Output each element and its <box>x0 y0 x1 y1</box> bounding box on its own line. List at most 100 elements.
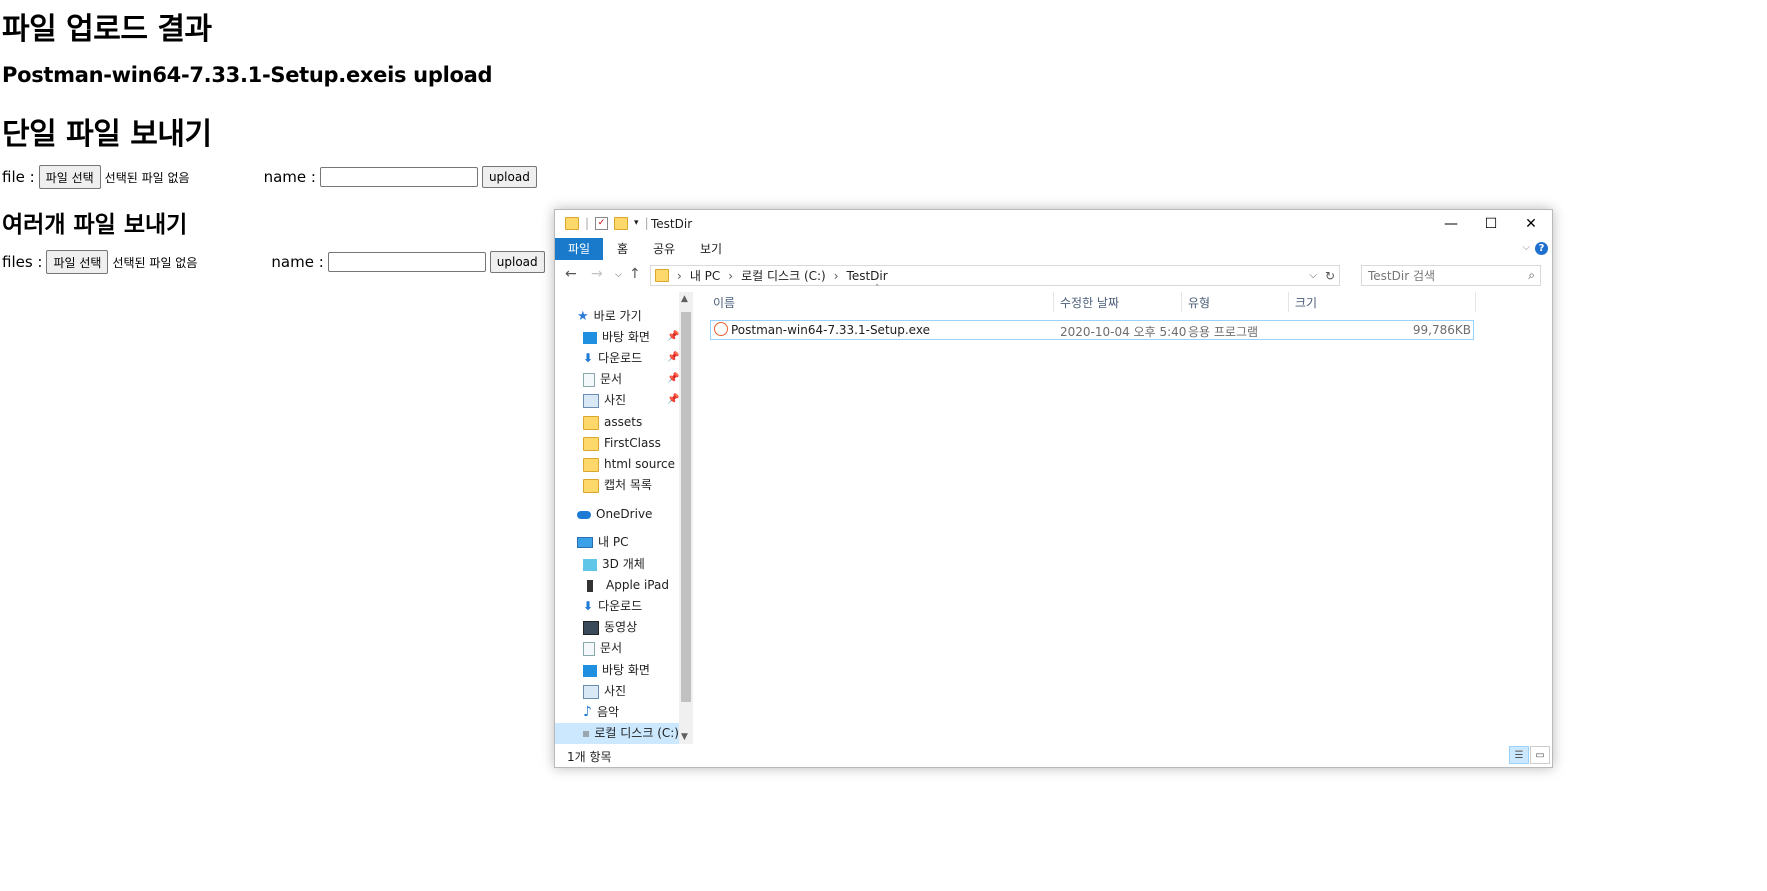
address-dropdown-icon[interactable]: ⌵ <box>1309 270 1317 281</box>
forward-arrow-icon[interactable]: → <box>591 266 603 282</box>
nav-desktop-pc[interactable]: 바탕 화면 <box>583 660 650 681</box>
folder-icon <box>583 478 599 493</box>
column-modified[interactable]: 수정한 날짜 <box>1060 294 1119 311</box>
address-folder-icon <box>655 269 669 282</box>
download-arrow-icon: ⬇ <box>583 351 594 365</box>
nav-pictures[interactable]: 사진 <box>583 390 626 411</box>
folder-icon <box>583 457 599 472</box>
recent-locations-icon[interactable]: ⌵ <box>615 270 622 280</box>
multi-upload-button[interactable]: upload <box>489 251 545 273</box>
pin-icon[interactable]: 📌 <box>667 394 679 405</box>
file-list: ˄ 이름 수정한 날짜 유형 크기 Postman-win64-7.33.1-S… <box>710 284 1545 744</box>
document-icon <box>583 372 595 387</box>
pin-icon[interactable]: 📌 <box>667 373 679 384</box>
address-bar[interactable]: › 내 PC › 로컬 디스크 (C:) › TestDir ⌵ ↻ <box>650 265 1340 286</box>
table-row[interactable]: Postman-win64-7.33.1-Setup.exe 2020-10-0… <box>710 320 1474 340</box>
search-placeholder: TestDir 검색 <box>1368 269 1436 283</box>
maximize-icon[interactable]: ☐ <box>1471 210 1511 238</box>
multi-name-input[interactable] <box>327 252 486 272</box>
title-bar: | ✓ ▾ | TestDir — ☐ ✕ <box>555 210 1552 238</box>
scroll-thumb[interactable] <box>681 312 691 702</box>
column-divider[interactable] <box>1475 292 1476 312</box>
folder-icon <box>583 415 599 430</box>
folder-icon <box>565 216 579 230</box>
music-note-icon: ♪ <box>583 704 592 720</box>
upload-result-text: Postman-win64-7.33.1-Setup.exeis upload <box>2 63 493 87</box>
file-size: 99,786KB <box>1412 323 1471 337</box>
sort-up-icon: ˄ <box>875 284 880 294</box>
column-divider[interactable] <box>1053 292 1054 312</box>
column-divider[interactable] <box>1181 292 1182 312</box>
tab-home[interactable]: 홈 <box>617 238 628 260</box>
nav-onedrive[interactable]: OneDrive <box>577 504 652 525</box>
nav-downloads[interactable]: ⬇ 다운로드 <box>583 348 642 369</box>
folder-icon <box>583 436 599 451</box>
customize-chevron-icon[interactable]: ▾ <box>634 218 639 228</box>
nav-scrollbar[interactable]: ▲ ▼ <box>679 292 693 744</box>
up-arrow-icon[interactable]: ↑ <box>629 266 641 282</box>
minimize-icon[interactable]: — <box>1431 210 1471 238</box>
tab-file[interactable]: 파일 <box>555 238 603 260</box>
postman-app-icon <box>714 322 728 336</box>
multi-upload-form: files : 파일 선택 선택된 파일 없음 name : upload <box>2 250 545 274</box>
nav-videos[interactable]: 동영상 <box>583 617 637 638</box>
column-type[interactable]: 유형 <box>1188 294 1210 311</box>
pin-icon[interactable]: 📌 <box>667 352 679 363</box>
column-name[interactable]: 이름 <box>713 294 735 311</box>
nav-documents-pc[interactable]: 문서 <box>583 638 622 659</box>
nav-music[interactable]: ♪ 음악 <box>583 702 619 723</box>
column-divider[interactable] <box>1288 292 1289 312</box>
no-files-text: 선택된 파일 없음 <box>112 255 198 270</box>
file-type: 응용 프로그램 <box>1188 325 1259 339</box>
nav-pictures-pc[interactable]: 사진 <box>583 681 626 702</box>
choose-files-button[interactable]: 파일 선택 <box>46 250 109 274</box>
file-modified: 2020-10-04 오후 5:40 <box>1060 325 1187 339</box>
scroll-up-icon[interactable]: ▲ <box>681 294 688 304</box>
film-icon <box>583 620 599 635</box>
file-label: file : <box>2 168 35 186</box>
tab-view[interactable]: 보기 <box>700 238 722 260</box>
name-input[interactable] <box>319 167 478 187</box>
nav-this-pc[interactable]: 내 PC <box>577 532 628 553</box>
upload-button[interactable]: upload <box>481 166 537 188</box>
nav-desktop[interactable]: 바탕 화면 <box>583 327 650 348</box>
details-view-icon[interactable]: ☰ <box>1509 746 1529 764</box>
breadcrumb-testdir[interactable]: TestDir <box>847 269 888 283</box>
pin-icon[interactable]: 📌 <box>667 331 679 342</box>
nav-html-source[interactable]: html source <box>583 454 675 475</box>
nav-3d-objects[interactable]: 3D 개체 <box>583 554 645 575</box>
scroll-down-icon[interactable]: ▼ <box>681 732 688 742</box>
nav-firstclass[interactable]: FirstClass <box>583 433 661 454</box>
star-icon: ★ <box>577 309 589 324</box>
nav-quick-access[interactable]: ★ 바로 가기 <box>577 306 642 327</box>
help-icon[interactable]: ? <box>1535 242 1548 255</box>
chevron-right-icon: › <box>833 268 839 283</box>
search-box[interactable]: TestDir 검색 ⌕ <box>1361 265 1541 286</box>
chevron-right-icon: › <box>677 268 682 283</box>
breadcrumb-this-pc[interactable]: 내 PC <box>690 267 720 284</box>
nav-documents[interactable]: 문서 <box>583 369 622 390</box>
properties-icon[interactable]: ✓ <box>595 216 609 230</box>
column-size[interactable]: 크기 <box>1295 294 1317 311</box>
nav-local-disk[interactable]: 로컬 디스크 (C:) <box>555 723 679 744</box>
expand-ribbon-icon[interactable]: ⌵ <box>1522 242 1530 253</box>
computer-icon <box>577 537 593 548</box>
nav-assets[interactable]: assets <box>583 412 642 433</box>
files-label: files : <box>2 253 43 271</box>
nav-apple-ipad[interactable]: Apple iPad <box>583 575 669 596</box>
back-arrow-icon[interactable]: ← <box>565 266 577 282</box>
close-icon[interactable]: ✕ <box>1511 210 1551 238</box>
ribbon-tabs: 파일 홈 공유 보기 <box>555 238 1552 260</box>
refresh-icon[interactable]: ↻ <box>1325 269 1335 283</box>
breadcrumb-local-disk[interactable]: 로컬 디스크 (C:) <box>741 267 826 284</box>
separator-icon: | <box>644 216 649 230</box>
file-explorer-window: | ✓ ▾ | TestDir — ☐ ✕ 파일 홈 공유 보기 ⌵ ? ← →… <box>554 209 1553 768</box>
nav-downloads-pc[interactable]: ⬇ 다운로드 <box>583 596 642 617</box>
choose-file-button[interactable]: 파일 선택 <box>38 165 101 189</box>
no-file-text: 선택된 파일 없음 <box>104 170 190 185</box>
large-icons-view-icon[interactable]: ▭ <box>1530 746 1550 764</box>
single-upload-heading: 단일 파일 보내기 <box>2 117 212 152</box>
new-folder-icon[interactable] <box>614 216 629 230</box>
tab-share[interactable]: 공유 <box>653 238 675 260</box>
nav-capture-list[interactable]: 캡처 목록 <box>583 475 652 496</box>
